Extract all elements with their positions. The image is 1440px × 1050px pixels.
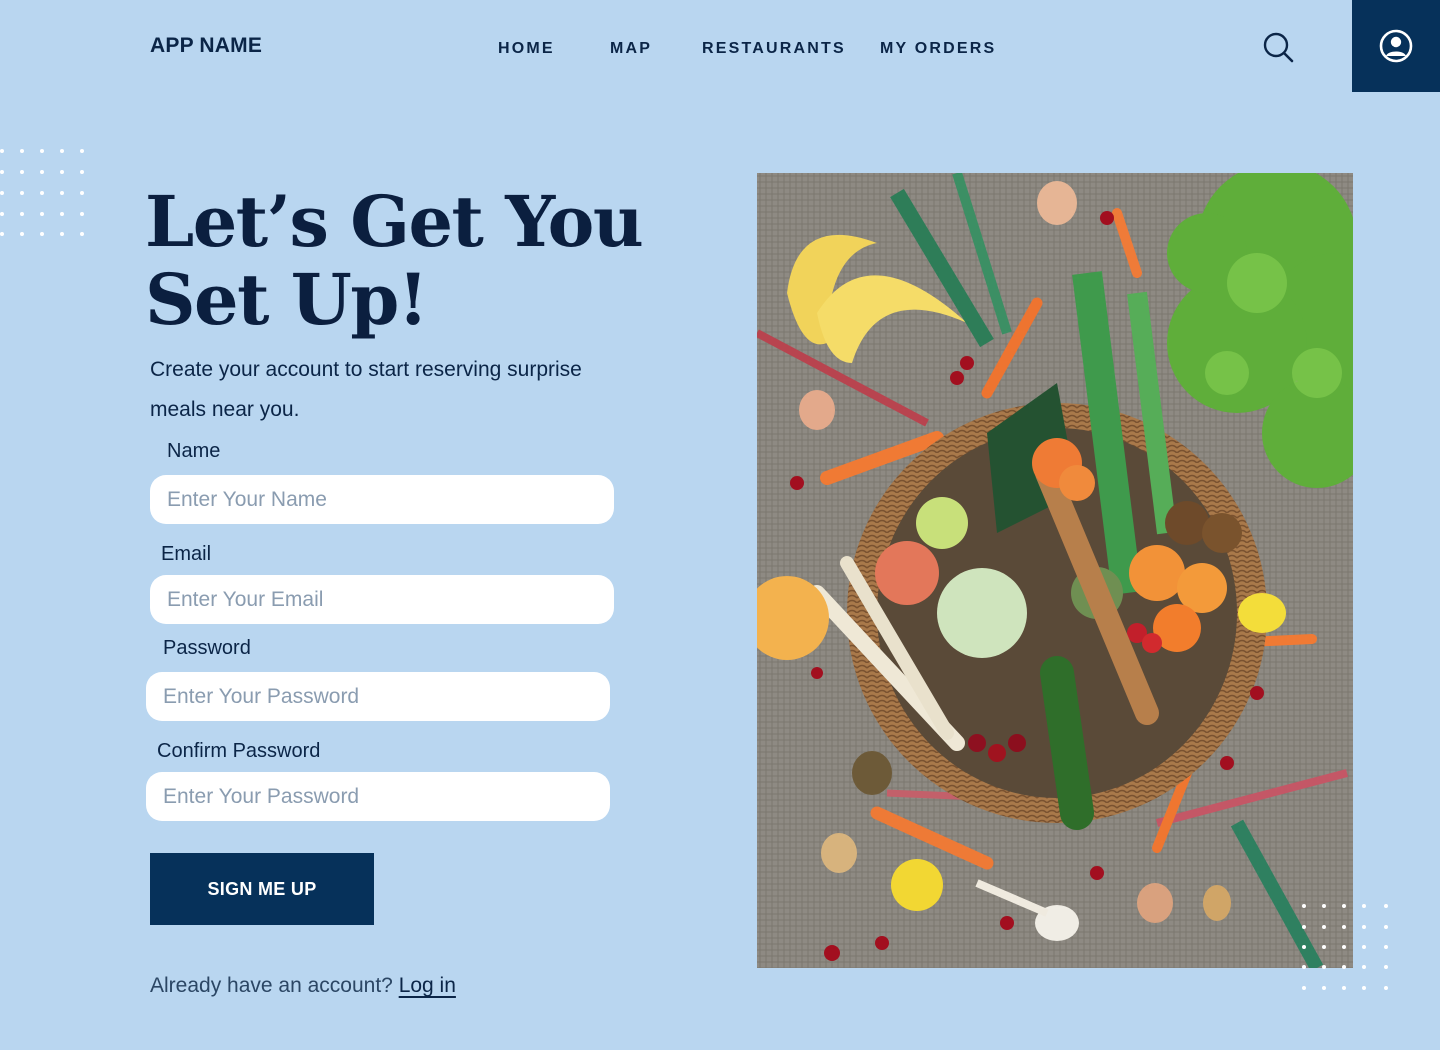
produce-basket-photo — [757, 173, 1353, 968]
search-icon — [1263, 32, 1294, 63]
page-subtitle: Create your account to start reserving s… — [150, 358, 582, 421]
confirm-password-label: Confirm Password — [157, 740, 321, 762]
page-title-line-2: Set Up! — [145, 258, 429, 341]
confirm-password-input[interactable] — [146, 772, 610, 821]
name-label: Name — [167, 440, 221, 462]
login-prompt-line: Already have an account? Log in — [150, 974, 456, 998]
email-label: Email — [161, 543, 212, 565]
user-circle-icon — [1379, 29, 1413, 63]
password-input[interactable] — [146, 672, 610, 721]
page-title: Let’s Get You Set Up! — [145, 183, 705, 339]
sign-up-button[interactable]: SIGN ME UP — [150, 853, 374, 925]
nav-item-home[interactable]: HOME — [498, 40, 555, 58]
profile-button[interactable] — [1352, 0, 1440, 92]
nav-item-restaurants[interactable]: RESTAURANTS — [702, 40, 846, 58]
decorative-dot-grid-bottom — [1302, 904, 1388, 990]
login-prompt-text: Already have an account? — [150, 974, 393, 997]
login-link[interactable]: Log in — [399, 974, 456, 997]
nav-item-map[interactable]: MAP — [610, 40, 652, 58]
search-button[interactable] — [1260, 30, 1296, 66]
password-label: Password — [163, 637, 251, 659]
app-logo-text[interactable]: APP NAME — [150, 34, 262, 58]
name-input[interactable] — [150, 475, 614, 524]
top-nav-bar: APP NAME HOME MAP RESTAURANTS MY ORDERS — [0, 0, 1440, 92]
vegetable-basket-illustration — [757, 173, 1353, 968]
nav-item-my-orders[interactable]: MY ORDERS — [880, 40, 996, 58]
page-title-line-1: Let’s Get You — [145, 180, 644, 263]
decorative-dot-grid — [0, 149, 84, 236]
email-input[interactable] — [150, 575, 614, 624]
